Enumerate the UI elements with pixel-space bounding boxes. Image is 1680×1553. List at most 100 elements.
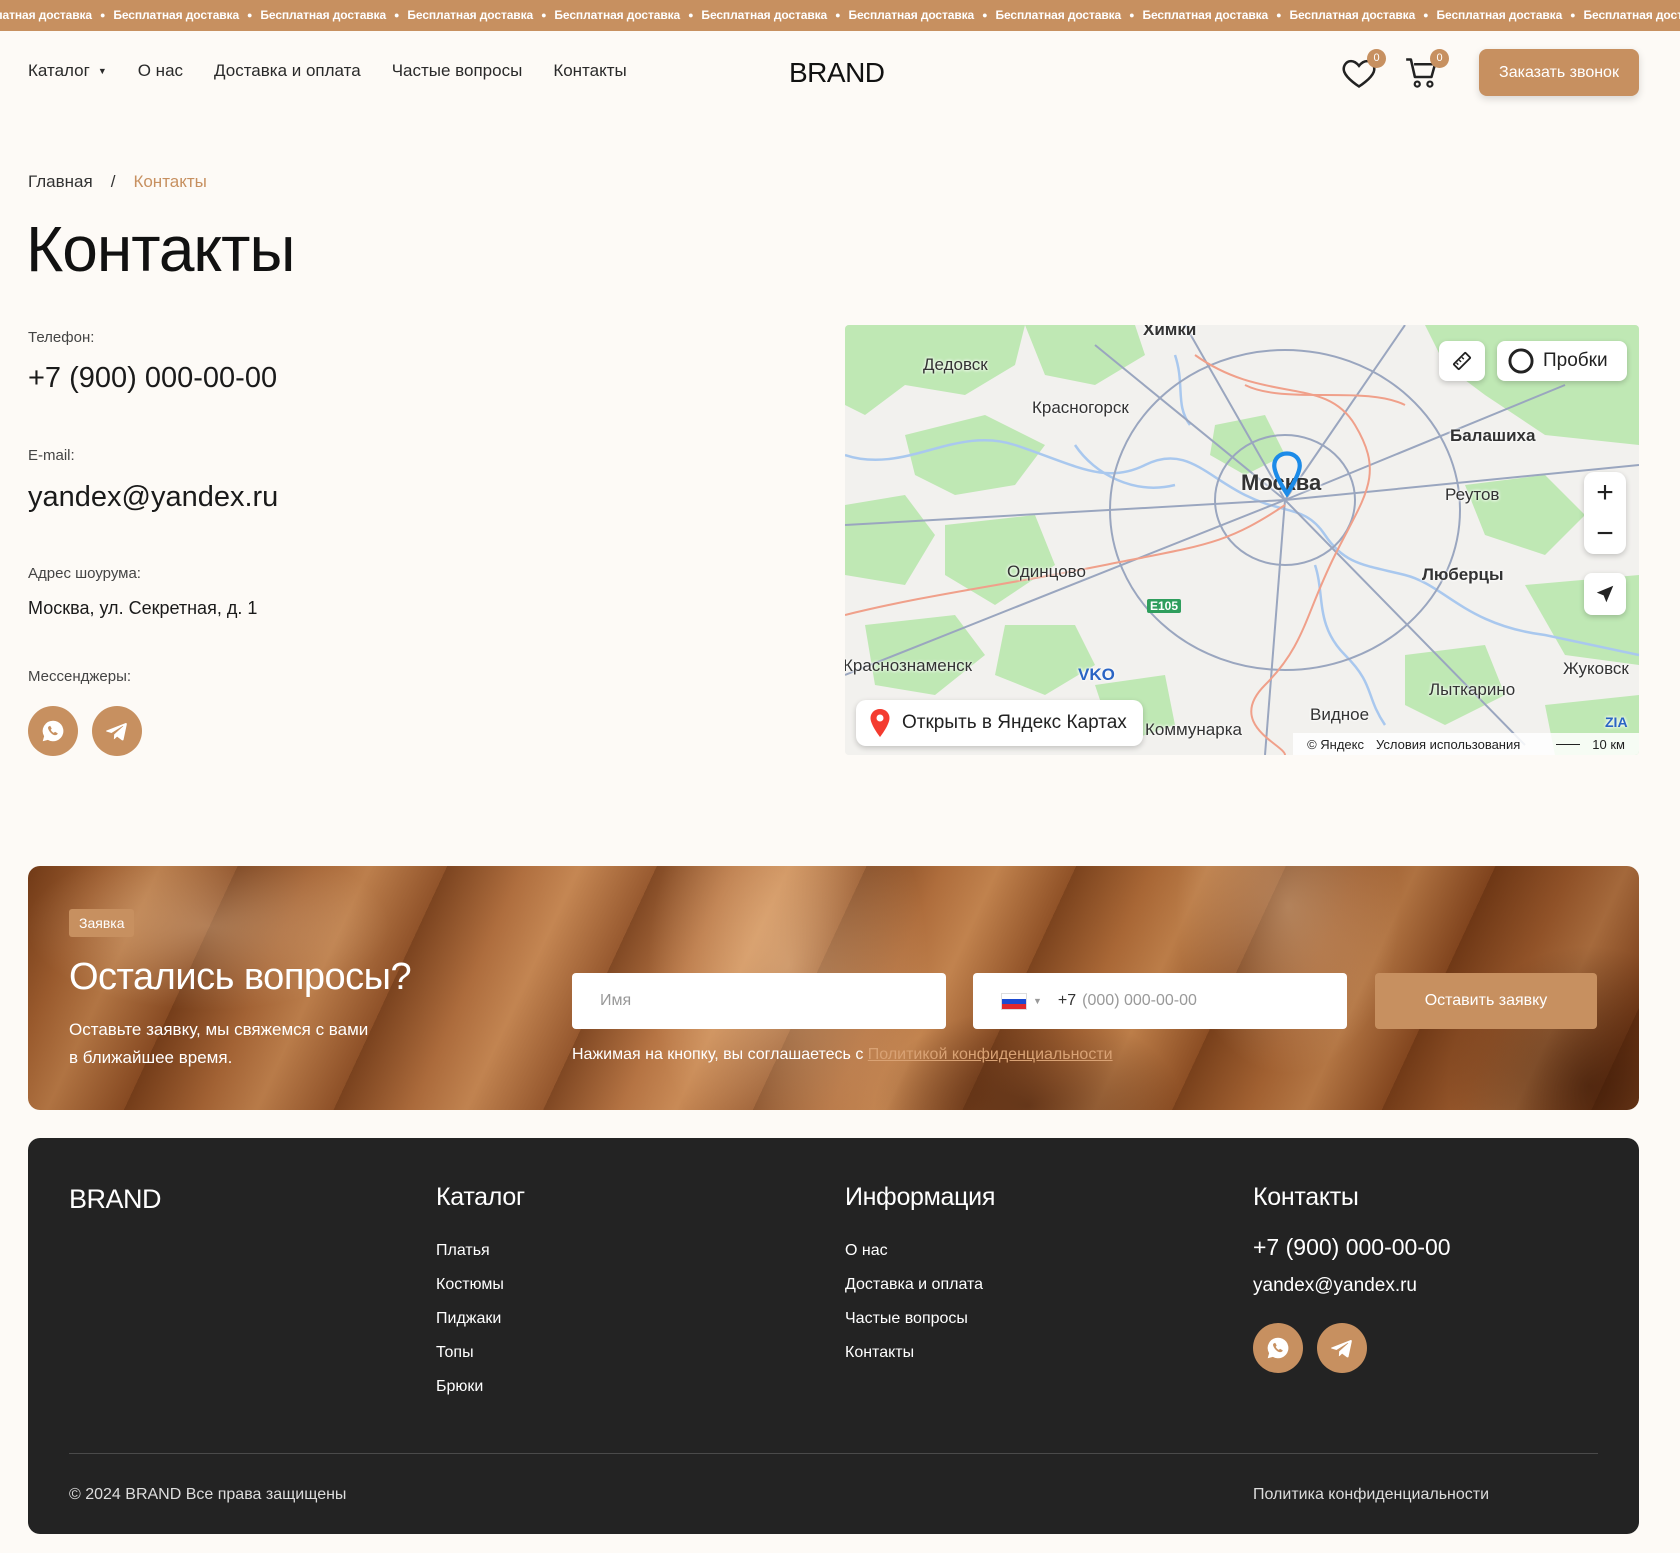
address-label: Адрес шоурума: xyxy=(28,565,141,582)
ticker-dot-icon: ● xyxy=(1276,10,1282,20)
footer-link-faq[interactable]: Частые вопросы xyxy=(845,1302,995,1336)
footer-link-trousers[interactable]: Брюки xyxy=(436,1370,525,1404)
request-title: Остались вопросы? xyxy=(69,956,412,998)
country-select[interactable]: ▼ xyxy=(1001,992,1042,1010)
footer-email-link[interactable]: yandex@yandex.ru xyxy=(1253,1275,1451,1297)
ticker-item: Бесплатная доставка xyxy=(1142,8,1269,22)
map-scale: 10 км xyxy=(1592,736,1625,752)
site-logo[interactable]: BRAND xyxy=(789,57,885,89)
map-label-dedovsk: Дедовск xyxy=(923,355,988,374)
map-label-vko: VKO xyxy=(1078,665,1115,684)
nav-contacts[interactable]: Контакты xyxy=(553,61,626,81)
chevron-down-icon: ▼ xyxy=(97,66,107,76)
yandex-map[interactable]: Химки Дедовск Красногорск Балашиха Москв… xyxy=(845,325,1639,755)
breadcrumb-separator: / xyxy=(110,172,116,191)
footer-link-contacts[interactable]: Контакты xyxy=(845,1336,995,1370)
favorites-button[interactable]: 0 xyxy=(1338,49,1386,93)
map-copyright[interactable]: © Яндекс xyxy=(1307,737,1364,752)
ticker-dot-icon: ● xyxy=(688,10,694,20)
footer-link-delivery[interactable]: Доставка и оплата xyxy=(845,1268,995,1302)
ticker-item: Бесплатная доставка xyxy=(701,8,828,22)
footer-privacy-policy-link[interactable]: Политика конфиденциальности xyxy=(1253,1486,1489,1504)
phone-input[interactable]: ▼ +7 (000) 000-00-00 xyxy=(973,973,1347,1029)
map-label-odintsovo: Одинцово xyxy=(1007,562,1086,581)
name-input[interactable]: Имя xyxy=(572,973,946,1029)
zoom-out-button[interactable]: − xyxy=(1584,513,1626,554)
map-label-lytkarino: Лыткарино xyxy=(1429,680,1516,699)
telegram-icon xyxy=(106,722,127,741)
map-label-vidnoe: Видное xyxy=(1310,705,1370,724)
ticker-dot-icon: ● xyxy=(247,10,253,20)
nav-catalog-label: Каталог xyxy=(28,61,90,80)
footer-link-about[interactable]: О нас xyxy=(845,1234,995,1268)
phone-placeholder: (000) 000-00-00 xyxy=(1082,992,1197,1009)
name-placeholder: Имя xyxy=(600,992,632,1009)
phone-prefix: +7 xyxy=(1057,992,1077,1009)
order-call-button[interactable]: Заказать звонок xyxy=(1479,49,1639,96)
telegram-button[interactable] xyxy=(92,706,142,756)
footer-phone-link[interactable]: +7 (900) 000-00-00 xyxy=(1253,1234,1451,1261)
email-link[interactable]: yandex@yandex.ru xyxy=(28,481,278,514)
nav-catalog[interactable]: Каталог ▼ xyxy=(28,61,107,81)
footer-link-dresses[interactable]: Платья xyxy=(436,1234,525,1268)
ticker-dot-icon: ● xyxy=(100,10,106,20)
footer-logo[interactable]: BRAND xyxy=(69,1184,162,1215)
site-footer: BRAND Каталог Платья Костюмы Пиджаки Топ… xyxy=(28,1138,1639,1534)
nav-delivery[interactable]: Доставка и оплата xyxy=(214,61,361,81)
traffic-button[interactable]: Пробки xyxy=(1497,341,1627,381)
address-value: Москва, ул. Секретная, д. 1 xyxy=(28,598,258,618)
breadcrumb-current: Контакты xyxy=(133,172,207,191)
traffic-label: Пробки xyxy=(1543,350,1608,371)
map-terms-link[interactable]: Условия использования xyxy=(1376,737,1520,752)
map-label-e105: E105 xyxy=(1147,599,1182,613)
chevron-down-icon: ▼ xyxy=(1033,996,1042,1006)
whatsapp-button[interactable] xyxy=(28,706,78,756)
ticker-item: Бесплатная доставка xyxy=(260,8,387,22)
open-in-yandex-maps-button[interactable]: Открыть в Яндекс Картах xyxy=(856,700,1143,746)
cart-button[interactable]: 0 xyxy=(1401,49,1449,93)
footer-contacts: Контакты +7 (900) 000-00-00 yandex@yande… xyxy=(1253,1183,1451,1373)
ticker-item: Бесплатная доставка xyxy=(554,8,681,22)
page-title: Контакты xyxy=(26,213,295,285)
footer-whatsapp-button[interactable] xyxy=(1253,1323,1303,1373)
whatsapp-icon xyxy=(42,720,64,742)
footer-link-jackets[interactable]: Пиджаки xyxy=(436,1302,525,1336)
footer-contacts-title: Контакты xyxy=(1253,1183,1359,1211)
location-pin-icon[interactable] xyxy=(1270,451,1304,497)
nav-about[interactable]: О нас xyxy=(138,61,183,81)
ticker-item: Бесплатная доставка xyxy=(1289,8,1416,22)
promo-ticker: латная доставка ● Бесплатная доставка ● Бесп… xyxy=(0,0,1680,31)
ruler-button[interactable] xyxy=(1439,341,1485,381)
map-pin-icon xyxy=(870,709,890,737)
breadcrumb: Главная / Контакты xyxy=(28,172,207,192)
phone-link[interactable]: +7 (900) 000-00-00 xyxy=(28,362,277,395)
map-label-krasnogorsk: Красногорск xyxy=(1032,398,1129,417)
request-tag: Заявка xyxy=(69,909,135,937)
consent-label: Нажимая на кнопку, вы соглашаетесь с xyxy=(572,1046,864,1063)
ticker-item: Бесплатная доставка xyxy=(995,8,1122,22)
zoom-in-button[interactable]: + xyxy=(1584,472,1626,513)
email-label: E-mail: xyxy=(28,447,75,464)
map-label-zhukovsk: Жуковск xyxy=(1563,659,1629,678)
cart-count-badge: 0 xyxy=(1430,49,1449,68)
footer-divider xyxy=(69,1453,1598,1454)
footer-link-suits[interactable]: Костюмы xyxy=(436,1268,525,1302)
footer-info: Информация О нас Доставка и оплата Часты… xyxy=(845,1183,995,1370)
privacy-policy-link[interactable]: Политикой конфиденциальности xyxy=(868,1046,1113,1063)
nav-faq[interactable]: Частые вопросы xyxy=(392,61,523,81)
submit-request-button[interactable]: Оставить заявку xyxy=(1375,973,1597,1029)
footer-telegram-button[interactable] xyxy=(1317,1323,1367,1373)
scale-bar xyxy=(1556,743,1581,745)
breadcrumb-home[interactable]: Главная xyxy=(28,172,93,191)
ticker-item: Бесплатная доставка xyxy=(407,8,534,22)
geolocation-button[interactable] xyxy=(1584,573,1626,615)
footer-catalog: Каталог Платья Костюмы Пиджаки Топы Брюк… xyxy=(436,1183,525,1404)
consent-text: Нажимая на кнопку, вы соглашаетесь с Пол… xyxy=(572,1046,1113,1064)
footer-link-tops[interactable]: Топы xyxy=(436,1336,525,1370)
map-label-reutov: Реутов xyxy=(1445,485,1500,504)
ticker-dot-icon: ● xyxy=(835,10,841,20)
map-terrain xyxy=(845,325,1639,755)
main-nav: Каталог ▼ О нас Доставка и оплата Частые … xyxy=(28,61,658,81)
map-label-lyubertsy: Люберцы xyxy=(1422,565,1504,584)
footer-copyright: © 2024 BRAND Все права защищены xyxy=(69,1486,347,1503)
